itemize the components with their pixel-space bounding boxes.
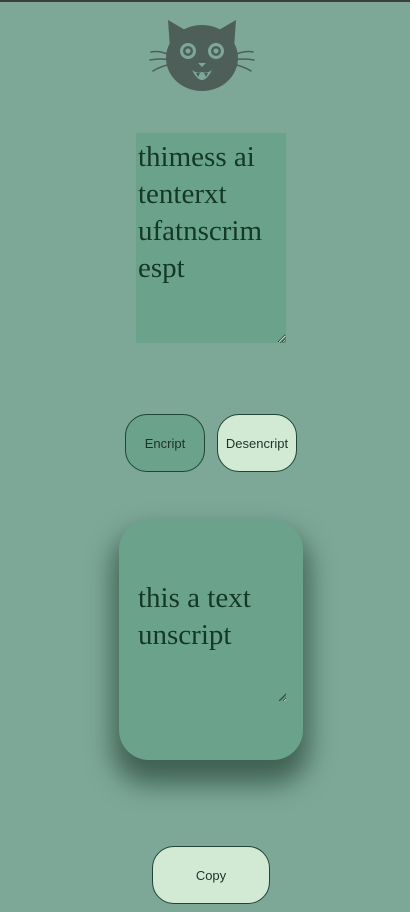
decrypt-button[interactable]: Desencript: [217, 414, 297, 472]
window-top-border: [0, 0, 410, 2]
output-card: this a text unscript: [119, 520, 303, 760]
cat-face-icon: [149, 20, 255, 91]
plaintext-input[interactable]: thimess ai tenterxt ufatnscrim espt: [136, 133, 286, 343]
encrypt-button[interactable]: Encript: [125, 414, 205, 472]
result-output[interactable]: this a text unscript: [137, 578, 287, 702]
copy-button[interactable]: Copy: [152, 846, 270, 904]
